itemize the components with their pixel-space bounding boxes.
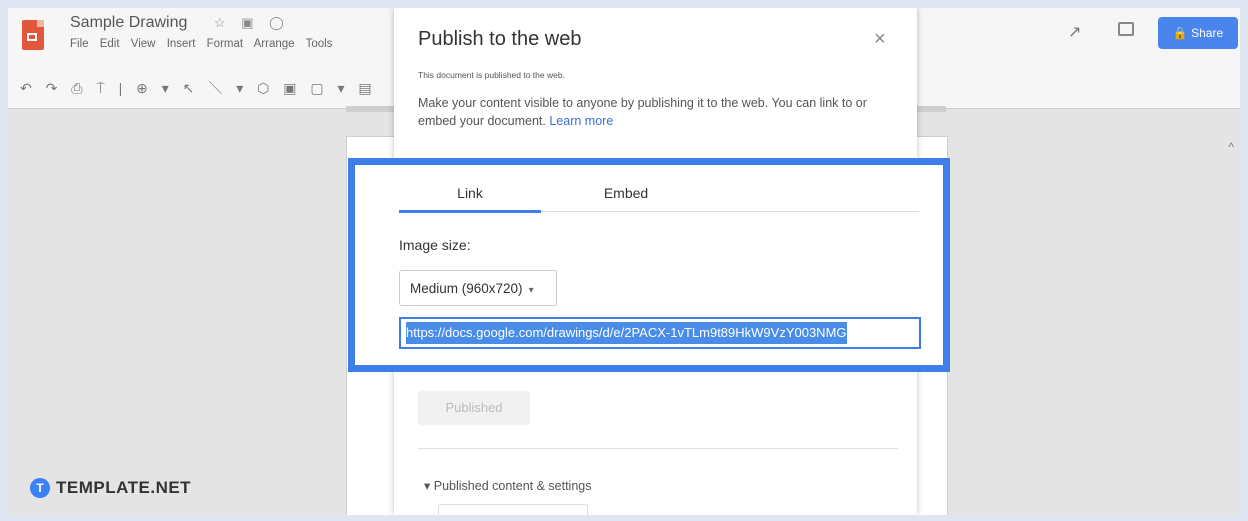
template-logo-icon: T [30,478,50,498]
drawings-logo-icon[interactable] [22,20,44,50]
menu-edit[interactable]: Edit [100,38,120,50]
learn-more-link[interactable]: Learn more [549,114,613,128]
comment-icon[interactable] [1118,22,1134,36]
menu-tools[interactable]: Tools [306,38,333,50]
publish-url-field[interactable]: https://docs.google.com/drawings/d/e/2PA… [399,317,921,349]
divider [418,448,898,449]
watermark-text: TEMPLATE.NET [56,478,192,497]
dialog-description: Make your content visible to anyone by p… [418,94,893,130]
menu-insert[interactable]: Insert [167,38,196,50]
highlight-box: Link Embed Image size: Medium (960x720) ▾… [348,158,950,372]
activity-chart-icon[interactable]: ↗ [1068,22,1081,42]
close-icon[interactable]: × [874,28,886,51]
tab-embed[interactable]: Embed [541,185,711,201]
chevron-down-icon: ▾ [528,285,534,296]
document-title[interactable]: Sample Drawing [70,14,187,32]
description-text: Make your content visible to anyone by p… [418,96,867,128]
published-settings-toggle[interactable]: ▾ Published content & settings [424,478,592,493]
menu-arrange[interactable]: Arrange [254,38,295,50]
share-button[interactable]: 🔒 Share [1158,17,1238,49]
menu-file[interactable]: File [70,38,89,50]
image-size-value: Medium (960x720) [410,281,523,296]
settings-dropdown[interactable] [438,504,588,515]
publish-url-text: https://docs.google.com/drawings/d/e/2PA… [406,322,847,344]
menu-format[interactable]: Format [207,38,243,50]
active-tab-indicator [399,210,541,213]
tab-link[interactable]: Link [399,185,541,201]
dialog-title: Publish to the web [418,28,582,50]
published-button[interactable]: Published [418,391,530,425]
menu-view[interactable]: View [131,38,156,50]
screenshot-frame: Sample Drawing ☆ ▣ ◯ File Edit View Inse… [8,8,1240,515]
published-note: This document is published to the web. [418,70,565,80]
image-size-label: Image size: [399,237,471,253]
image-size-select[interactable]: Medium (960x720) ▾ [399,270,557,306]
template-net-watermark: T TEMPLATE.NET [30,478,191,498]
chevron-up-icon[interactable]: ^ [1228,140,1234,154]
menu-bar: File Edit View Insert Format Arrange Too… [70,38,340,50]
toolbar-icons[interactable]: ↶ ↷ ⎙ ⍑ | ⊕ ▾ ↖ ＼ ▾ ⬡ ▣ ▢ ▾ ▤ [20,78,377,98]
highlight-content: Link Embed Image size: Medium (960x720) ▾… [369,165,929,365]
star-folder-cloud-icons[interactable]: ☆ ▣ ◯ [214,15,290,31]
